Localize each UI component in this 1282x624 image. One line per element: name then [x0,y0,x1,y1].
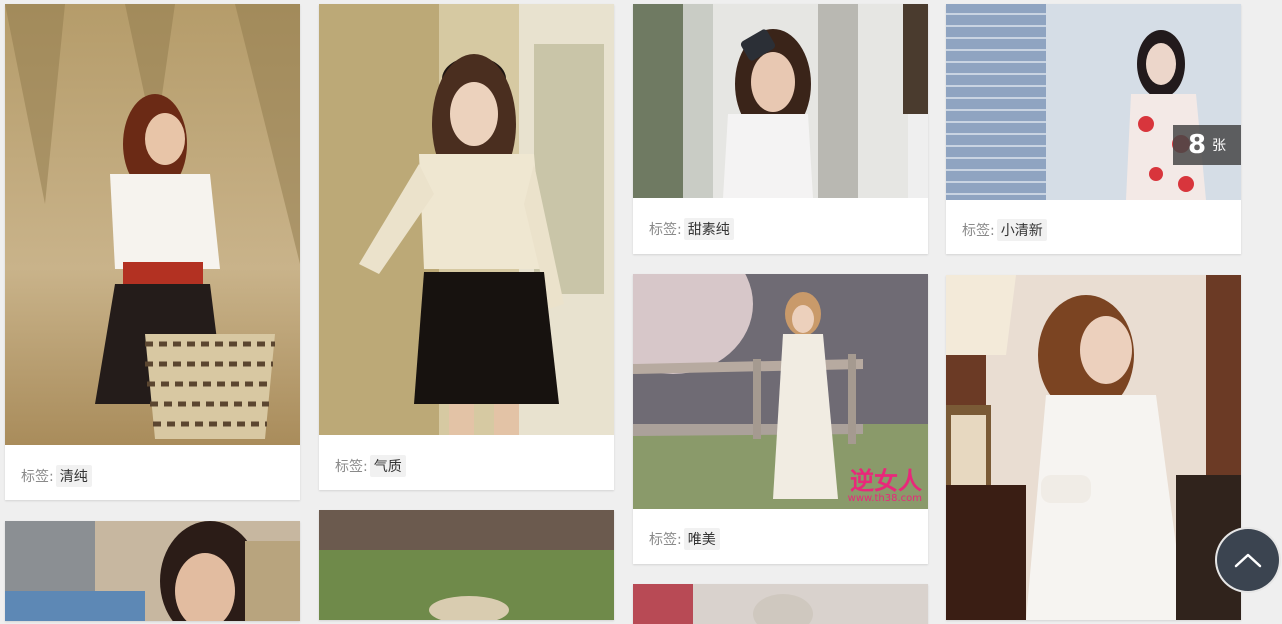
gallery-card[interactable] [5,521,300,621]
tag-prefix: 标签: [21,469,54,485]
gallery-card[interactable]: 标签: 甜素纯 [633,4,928,254]
photo-partial[interactable] [633,584,928,624]
photo-girl-with-basket[interactable] [5,4,300,445]
photo-count-badge: 8 张 [1173,125,1241,165]
chevron-up-icon [1234,553,1262,568]
tag-prefix: 标签: [649,222,682,238]
tag-line: 标签: 唯美 [649,528,720,550]
gallery-card[interactable] [319,510,614,620]
tag-line: 标签: 小清新 [962,219,1047,241]
watermark-site: www.th38.com [847,493,922,504]
photo-girl-by-window[interactable] [946,4,1241,200]
gallery-card[interactable]: 标签: 气质 [319,4,614,490]
photo-count-unit: 张 [1212,138,1227,154]
gallery-card[interactable] [946,275,1241,620]
tag-prefix: 标签: [649,532,682,548]
photo-girl-in-lace[interactable] [319,4,614,435]
tag-line: 标签: 甜素纯 [649,218,734,240]
tag-prefix: 标签: [962,223,995,239]
photo-girl-white-sweater[interactable] [946,275,1241,620]
tag-link[interactable]: 气质 [369,455,406,477]
gallery-card[interactable] [633,584,928,624]
tag-link[interactable]: 唯美 [683,528,720,550]
photo-girl-with-phone[interactable] [633,4,928,198]
tag-line: 标签: 清纯 [21,465,92,487]
tag-prefix: 标签: [335,459,368,475]
photo-outdoor-hat[interactable] [319,510,614,620]
photo-girl-closeup[interactable] [5,521,300,621]
gallery-card[interactable]: 逆女人 www.th38.com 标签: 唯美 [633,274,928,564]
back-to-top-button[interactable] [1217,529,1279,591]
photo-watermark: 逆女人 www.th38.com [848,469,922,504]
watermark-brand: 逆女人 [850,467,922,495]
tag-link[interactable]: 甜素纯 [683,218,734,240]
tag-link[interactable]: 小清新 [996,219,1047,241]
gallery-card[interactable]: 标签: 清纯 [5,4,300,500]
tag-link[interactable]: 清纯 [55,465,92,487]
gallery-card[interactable]: 8 张 标签: 小清新 [946,4,1241,254]
photo-count: 8 [1187,130,1207,160]
tag-line: 标签: 气质 [335,455,406,477]
